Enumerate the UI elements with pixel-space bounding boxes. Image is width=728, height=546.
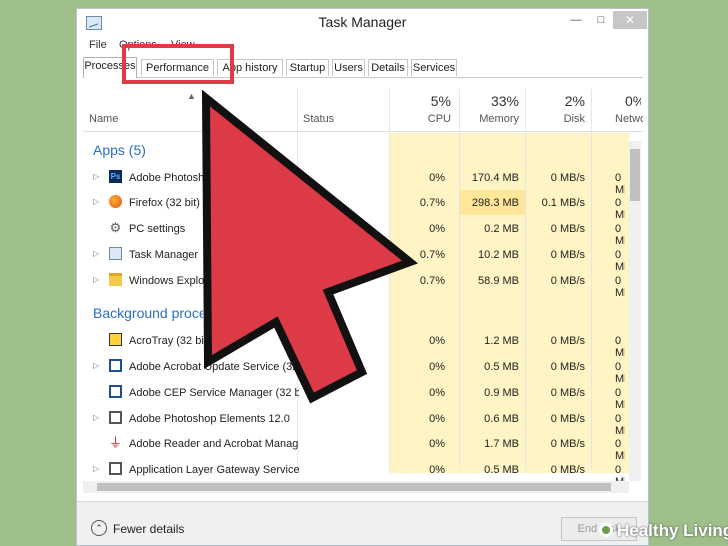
watermark: Healthy Living [598, 520, 728, 541]
leaf-icon [599, 523, 613, 537]
watermark-text: Healthy Living [617, 521, 728, 540]
pointer-arrow-icon [201, 89, 419, 404]
